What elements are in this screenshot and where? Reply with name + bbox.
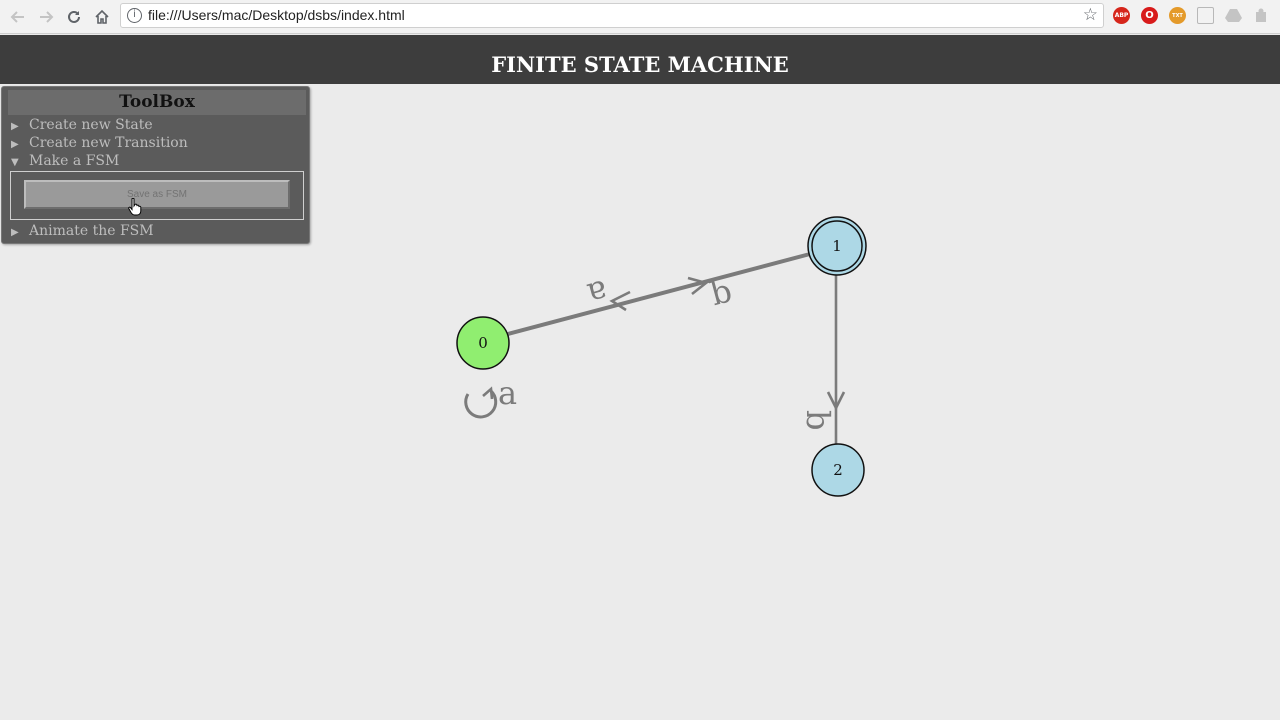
address-bar[interactable]: i file:///Users/mac/Desktop/dsbs/index.h… — [120, 3, 1104, 28]
self-loop-0[interactable]: a — [464, 374, 517, 419]
save-as-fsm-button[interactable]: Save as FSM — [24, 180, 290, 209]
transition-0-1[interactable]: b — [507, 252, 811, 336]
state-1[interactable]: 1 — [807, 216, 867, 276]
toolbox-item-label: Create new Transition — [29, 135, 188, 151]
toolbox-item-label: Animate the FSM — [29, 223, 154, 239]
triangle-right-icon: ▶ — [11, 227, 19, 238]
home-button[interactable] — [90, 5, 114, 29]
reload-icon — [68, 10, 80, 23]
toolbox-panel: ToolBox ▶ Create new State ▶ Create new Tr… — [1, 86, 310, 244]
transition-label-b-1-2: b — [799, 410, 837, 430]
toolbox-item-create-transition[interactable]: ▶ Create new Transition — [11, 134, 188, 152]
transition-label-a-0-0: a — [498, 374, 517, 412]
browser-toolbar: i file:///Users/mac/Desktop/dsbs/index.h… — [0, 0, 1280, 34]
toolbox-item-animate-fsm[interactable]: ▶ Animate the FSM — [11, 222, 154, 240]
forward-button[interactable] — [34, 5, 58, 29]
state-label-2: 2 — [833, 461, 843, 479]
drive-icon[interactable] — [1225, 7, 1242, 24]
page-title: FINITE STATE MACHINE — [491, 52, 789, 77]
make-fsm-panel: Save as FSM — [10, 171, 304, 220]
triangle-down-icon: ▼ — [11, 157, 19, 168]
toolbox-title: ToolBox — [8, 90, 306, 115]
transition-1-2[interactable]: b — [799, 273, 846, 444]
home-icon — [95, 9, 109, 24]
reload-button[interactable] — [62, 5, 86, 29]
puzzle-icon[interactable] — [1253, 7, 1270, 24]
adblock-icon[interactable]: ABP — [1113, 7, 1130, 24]
transition-label-b-0-1: b — [706, 271, 736, 313]
toolbox-item-label: Create new State — [29, 117, 153, 133]
back-button[interactable] — [6, 5, 30, 29]
state-0[interactable]: 0 — [456, 316, 510, 370]
state-2[interactable]: 2 — [811, 443, 865, 497]
transition-1-0[interactable]: a — [584, 272, 631, 314]
state-label-0: 0 — [478, 334, 488, 352]
toolbox-item-label: Make a FSM — [29, 153, 120, 169]
text-extension-icon[interactable]: TXT — [1169, 7, 1186, 24]
star-icon[interactable]: ☆ — [1083, 5, 1098, 25]
opera-icon[interactable]: O — [1141, 7, 1158, 24]
state-label-1: 1 — [832, 237, 842, 255]
app-header: FINITE STATE MACHINE — [0, 35, 1280, 84]
transition-label-a-1-0: a — [584, 272, 612, 314]
url-text[interactable]: file:///Users/mac/Desktop/dsbs/index.htm… — [148, 7, 405, 23]
info-icon[interactable]: i — [127, 8, 142, 23]
arrow-left-icon — [10, 11, 24, 23]
toolbox-item-make-fsm[interactable]: ▼ Make a FSM — [11, 152, 119, 170]
edit-extension-icon[interactable] — [1197, 7, 1214, 24]
arrow-right-icon — [40, 11, 54, 23]
hand-cursor-icon — [128, 198, 142, 216]
toolbox-item-create-state[interactable]: ▶ Create new State — [11, 116, 153, 134]
